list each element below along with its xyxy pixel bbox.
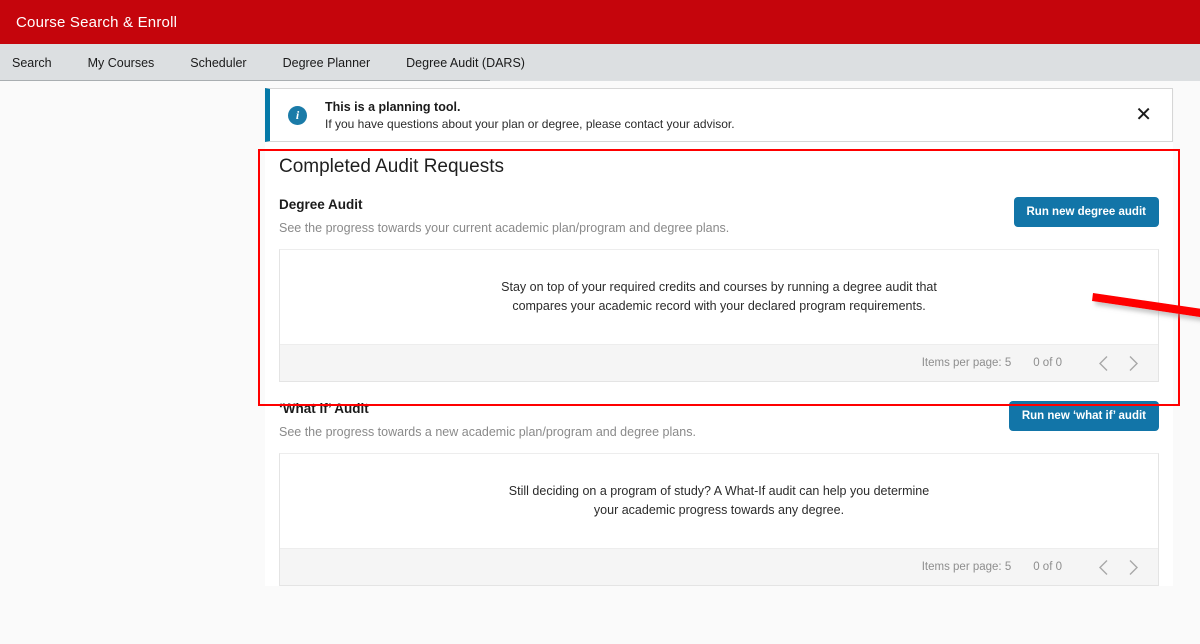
what-if-audit-section: ‘What if’ Audit See the progress towards… xyxy=(279,401,1159,586)
nav-tab-degree-planner[interactable]: Degree Planner xyxy=(265,44,389,81)
page-body: i This is a planning tool. If you have q… xyxy=(0,81,1200,644)
degree-audit-empty-line2: compares your academic record with your … xyxy=(512,299,926,313)
app-header: Course Search & Enroll xyxy=(0,0,1200,44)
degree-audit-text: Degree Audit See the progress towards yo… xyxy=(279,197,729,235)
chevron-right-icon[interactable] xyxy=(1118,348,1148,378)
what-if-audit-description: See the progress towards a new academic … xyxy=(279,425,696,439)
what-if-audit-heading: ‘What if’ Audit xyxy=(279,401,369,416)
items-per-page-label[interactable]: Items per page: 5 xyxy=(922,561,1012,573)
chevron-left-icon[interactable] xyxy=(1088,348,1118,378)
what-if-empty-line1: Still deciding on a program of study? A … xyxy=(508,483,930,498)
what-if-audit-empty-state: Still deciding on a program of study? A … xyxy=(280,454,1158,548)
page-range-label: 0 of 0 xyxy=(1033,357,1062,369)
chevron-left-icon[interactable] xyxy=(1088,552,1118,582)
info-icon: i xyxy=(288,105,307,125)
what-if-audit-header: ‘What if’ Audit See the progress towards… xyxy=(279,401,1159,439)
nav-tab-degree-audit[interactable]: Degree Audit (DARS) xyxy=(388,44,543,81)
what-if-audit-paginator: Items per page: 5 0 of 0 xyxy=(280,548,1158,585)
what-if-audit-text: ‘What if’ Audit See the progress towards… xyxy=(279,401,696,439)
degree-audit-empty-line1: Stay on top of your required credits and… xyxy=(501,279,937,294)
close-icon[interactable]: ✕ xyxy=(1129,105,1158,125)
degree-audit-paginator: Items per page: 5 0 of 0 xyxy=(280,344,1158,381)
items-per-page-label[interactable]: Items per page: 5 xyxy=(922,357,1012,369)
page-title: Completed Audit Requests xyxy=(279,156,504,177)
nav-tab-search[interactable]: Search xyxy=(0,44,70,81)
app-title: Course Search & Enroll xyxy=(16,13,178,31)
banner-text: This is a planning tool. If you have que… xyxy=(325,100,1129,131)
degree-audit-header: Degree Audit See the progress towards yo… xyxy=(279,197,1159,235)
run-new-what-if-audit-button[interactable]: Run new ‘what if’ audit xyxy=(1008,401,1159,431)
degree-audit-description: See the progress towards your current ac… xyxy=(279,221,730,235)
page-range-label: 0 of 0 xyxy=(1033,561,1062,573)
nav-tab-my-courses[interactable]: My Courses xyxy=(70,44,173,81)
main-navigation: Search My Courses Scheduler Degree Plann… xyxy=(0,44,1200,81)
chevron-right-icon[interactable] xyxy=(1118,552,1148,582)
nav-tab-scheduler[interactable]: Scheduler xyxy=(172,44,264,81)
banner-subtitle: If you have questions about your plan or… xyxy=(325,116,735,131)
planning-tool-banner: i This is a planning tool. If you have q… xyxy=(265,88,1173,142)
banner-title: This is a planning tool. xyxy=(325,99,461,114)
degree-audit-section: Degree Audit See the progress towards yo… xyxy=(279,197,1159,382)
what-if-audit-table: Still deciding on a program of study? A … xyxy=(279,453,1159,586)
degree-audit-heading: Degree Audit xyxy=(279,197,363,212)
content-column: i This is a planning tool. If you have q… xyxy=(258,81,1200,586)
degree-audit-table: Stay on top of your required credits and… xyxy=(279,249,1159,382)
completed-audit-requests-card: Completed Audit Requests Degree Audit Se… xyxy=(265,142,1173,586)
run-new-degree-audit-button[interactable]: Run new degree audit xyxy=(1013,197,1159,227)
degree-audit-empty-state: Stay on top of your required credits and… xyxy=(280,250,1158,344)
what-if-empty-line2: your academic progress towards any degre… xyxy=(593,503,845,517)
